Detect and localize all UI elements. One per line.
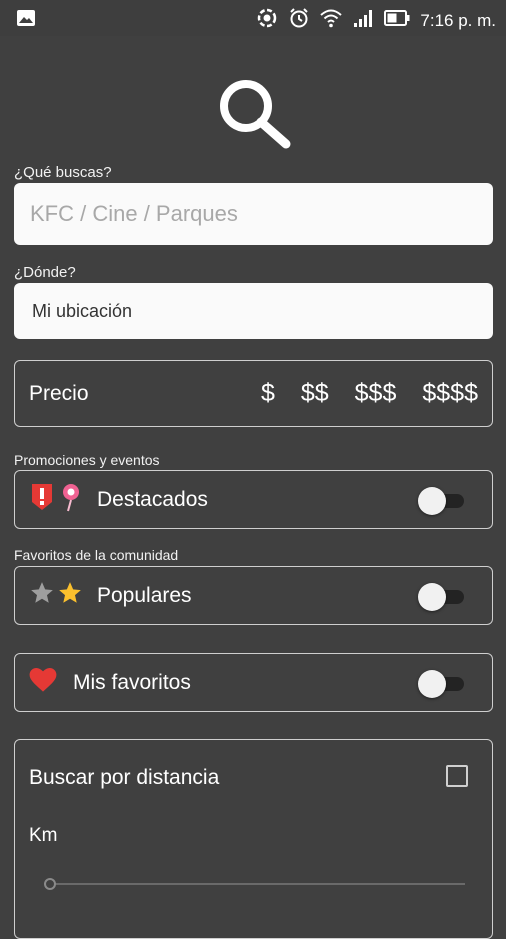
- sync-icon: [256, 7, 278, 34]
- popular-label: Populares: [97, 583, 192, 607]
- gold-star-icon: [57, 580, 83, 611]
- alarm-icon: [288, 7, 310, 34]
- event-pin-icon: [59, 481, 83, 518]
- status-time: 7:16 p. m.: [420, 10, 496, 30]
- distance-slider-thumb[interactable]: [44, 878, 56, 890]
- heart-icon: [29, 667, 57, 698]
- featured-card[interactable]: Destacados: [14, 470, 493, 529]
- gallery-notification-icon: [16, 9, 36, 32]
- popular-card[interactable]: Populares: [14, 566, 493, 625]
- signal-icon: [352, 8, 374, 33]
- distance-slider-track[interactable]: [45, 883, 465, 885]
- distance-card: Buscar por distancia Km: [14, 739, 493, 939]
- popular-toggle[interactable]: [418, 581, 464, 611]
- price-option-1[interactable]: $: [261, 379, 275, 408]
- featured-label: Destacados: [97, 487, 208, 511]
- my-favorites-label: Mis favoritos: [73, 670, 191, 694]
- search-icon: [214, 78, 294, 150]
- alert-icon: [29, 482, 55, 517]
- battery-icon: [384, 10, 410, 31]
- price-option-3[interactable]: $$$: [355, 379, 397, 408]
- where-label: ¿Dónde?: [14, 264, 76, 281]
- promotions-section-label: Promociones y eventos: [14, 452, 160, 468]
- what-input[interactable]: KFC / Cine / Parques: [14, 183, 493, 245]
- price-card: Precio $ $$ $$$ $$$$: [14, 360, 493, 427]
- my-favorites-toggle[interactable]: [418, 668, 464, 698]
- community-section-label: Favoritos de la comunidad: [14, 547, 179, 563]
- where-input[interactable]: Mi ubicación: [14, 283, 493, 339]
- status-bar: 7:16 p. m.: [0, 0, 506, 36]
- where-input-value: Mi ubicación: [32, 300, 133, 321]
- distance-unit-label: Km: [29, 825, 58, 846]
- price-option-2[interactable]: $$: [301, 379, 329, 408]
- grey-star-icon: [29, 580, 55, 611]
- wifi-icon: [320, 8, 343, 33]
- price-option-4[interactable]: $$$$: [422, 379, 478, 408]
- what-label: ¿Qué buscas?: [14, 164, 112, 181]
- what-input-placeholder: KFC / Cine / Parques: [30, 201, 238, 226]
- my-favorites-card[interactable]: Mis favoritos: [14, 653, 493, 712]
- price-label: Precio: [29, 381, 89, 405]
- distance-checkbox[interactable]: [446, 765, 468, 787]
- featured-toggle[interactable]: [418, 485, 464, 515]
- distance-label: Buscar por distancia: [29, 766, 220, 789]
